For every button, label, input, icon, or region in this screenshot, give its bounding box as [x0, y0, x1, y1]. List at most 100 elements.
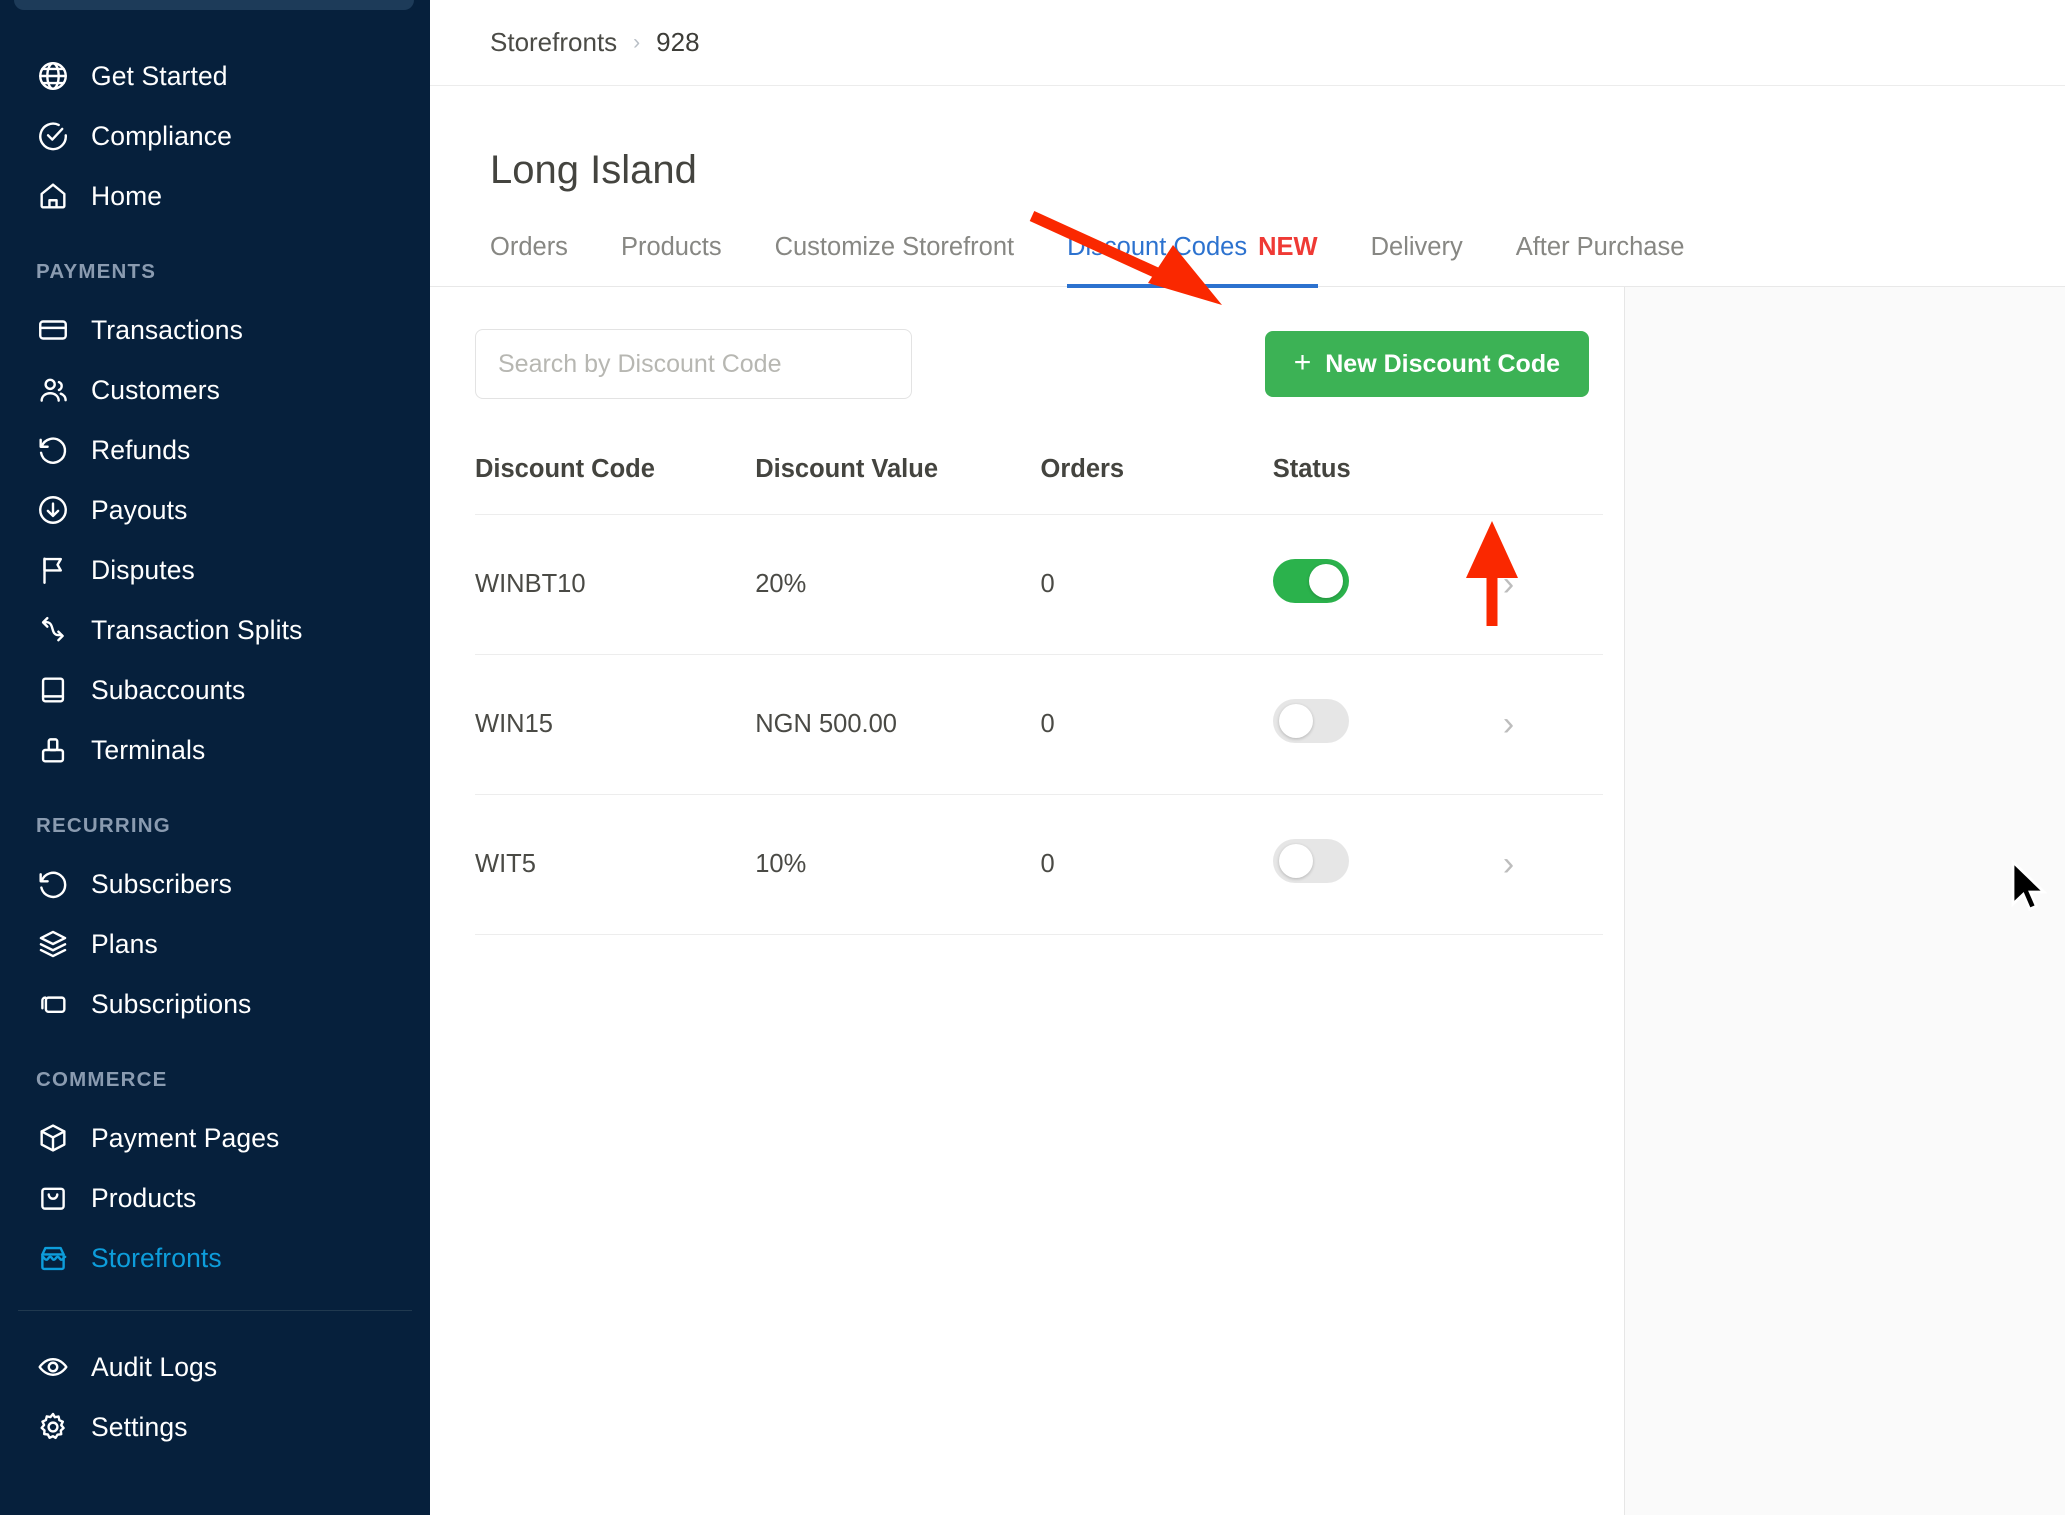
storefront-icon: [36, 1241, 70, 1275]
cell-discount-code: WINBT10: [475, 514, 756, 655]
table-row[interactable]: WINBT10 20% 0 ›: [475, 514, 1603, 655]
app-root: Get Started Compliance Home PAYMENTS Transac…: [0, 0, 2065, 1515]
table-row[interactable]: WIN15 NGN 500.00 0 ›: [475, 654, 1603, 795]
tab-discount-codes[interactable]: Discount Codes NEW: [1067, 233, 1318, 288]
table-header-discount-code: Discount Code: [475, 437, 756, 515]
status-toggle[interactable]: [1272, 559, 1349, 603]
sidebar-item-customers[interactable]: Customers: [0, 360, 430, 420]
tab-label: After Purchase: [1515, 233, 1685, 261]
content-split: + New Discount Code Discount CodeDiscoun…: [430, 287, 2065, 1515]
sidebar-item-label: Get Started: [91, 60, 228, 91]
table-row[interactable]: WIT5 10% 0 ›: [475, 794, 1603, 935]
new-discount-code-label: New Discount Code: [1325, 349, 1560, 378]
cell-chevron: ›: [1502, 654, 1603, 795]
sidebar-item-home[interactable]: Home: [0, 166, 430, 226]
tab-delivery[interactable]: Delivery: [1371, 233, 1463, 286]
sidebar-section-recurring: RECURRING: [36, 814, 171, 837]
sidebar-item-label: Products: [91, 1182, 197, 1213]
card-icon: [36, 313, 70, 347]
sidebar-item-transactions[interactable]: Transactions: [0, 300, 430, 360]
tab-customize-storefront[interactable]: Customize Storefront: [775, 233, 1015, 286]
split-icon: [36, 613, 70, 647]
sidebar-item-label: Subaccounts: [91, 674, 246, 705]
sidebar-item-label: Disputes: [91, 554, 195, 585]
chevron-right-icon[interactable]: ›: [1503, 567, 1514, 601]
sidebar-item-subscribers[interactable]: Subscribers: [0, 854, 430, 914]
check-circle-icon: [36, 119, 70, 153]
table-header-orders: Orders: [1040, 437, 1273, 515]
breadcrumb-root[interactable]: Storefronts: [490, 27, 617, 58]
sidebar-item-products[interactable]: Products: [0, 1168, 430, 1228]
tab-label: Products: [620, 233, 722, 261]
cell-status: [1272, 654, 1503, 795]
table-header-discount-value: Discount Value: [755, 437, 1041, 515]
status-toggle[interactable]: [1272, 699, 1349, 743]
sidebar-item-terminals[interactable]: Terminals: [0, 720, 430, 780]
sidebar-item-label: Plans: [91, 928, 158, 959]
status-toggle[interactable]: [1272, 839, 1349, 883]
right-empty-panel: [1625, 287, 2065, 1515]
sidebar-item-plans[interactable]: Plans: [0, 914, 430, 974]
toolbar: + New Discount Code: [430, 287, 1624, 399]
tab-new-badge: NEW: [1258, 233, 1318, 261]
sidebar-item-payment-pages[interactable]: Payment Pages: [0, 1108, 430, 1168]
sidebar-item-subscriptions[interactable]: Subscriptions: [0, 974, 430, 1034]
sidebar-item-transaction-splits[interactable]: Transaction Splits: [0, 600, 430, 660]
sidebar-item-label: Subscribers: [91, 868, 233, 899]
sidebar-item-refunds[interactable]: Refunds: [0, 420, 430, 480]
discount-codes-table: Discount Code Discount Value Orders Status …: [475, 437, 1603, 935]
breadcrumb-separator-icon: ›: [633, 30, 641, 54]
tab-label: Delivery: [1370, 233, 1463, 261]
terminal-icon: [36, 733, 70, 767]
chevron-right-icon[interactable]: ›: [1503, 707, 1514, 741]
tab-label: Customize Storefront: [774, 233, 1015, 261]
cell-discount-value: NGN 500.00: [755, 654, 1041, 795]
sidebar-item-disputes[interactable]: Disputes: [0, 540, 430, 600]
cell-orders: 0: [1040, 654, 1273, 795]
sidebar-nav-list: Get Started Compliance Home PAYMENTS Transac…: [0, 0, 430, 1457]
sidebar-item-subaccounts[interactable]: Subaccounts: [0, 660, 430, 720]
breadcrumb-current: 928: [656, 27, 700, 57]
sidebar-item-compliance[interactable]: Compliance: [0, 106, 430, 166]
search-input[interactable]: [475, 329, 912, 399]
sidebar-item-label: Settings: [91, 1411, 188, 1442]
sidebar-item-label: Customers: [91, 374, 221, 405]
sidebar-item-storefronts[interactable]: Storefronts: [0, 1228, 430, 1288]
tab-orders[interactable]: Orders: [490, 233, 568, 286]
sidebar-item-label: Payment Pages: [91, 1122, 280, 1153]
cell-discount-code: WIT5: [475, 794, 756, 935]
sidebar-item-label: Transaction Splits: [91, 614, 303, 645]
page-title: Long Island: [490, 148, 697, 192]
sidebar-item-get-started[interactable]: Get Started: [0, 46, 430, 106]
sidebar-section-payments: PAYMENTS: [36, 260, 157, 283]
tab-bar: Orders Products Customize Storefront Discou…: [430, 233, 2065, 288]
refund-icon: [36, 433, 70, 467]
sidebar-item-label: Refunds: [91, 434, 191, 465]
payout-icon: [36, 493, 70, 527]
sidebar-item-payouts[interactable]: Payouts: [0, 480, 430, 540]
tab-products[interactable]: Products: [621, 233, 722, 286]
sidebar-item-label: Compliance: [91, 120, 232, 151]
new-discount-code-button[interactable]: + New Discount Code: [1264, 331, 1589, 397]
gear-icon: [36, 1410, 70, 1444]
cell-orders: 0: [1040, 514, 1273, 655]
sidebar-item-audit-logs[interactable]: Audit Logs: [0, 1337, 430, 1397]
tab-after-purchase[interactable]: After Purchase: [1516, 233, 1685, 286]
box-icon: [36, 1121, 70, 1155]
main-content: Storefronts › 928 Long Island Orders Prod…: [430, 0, 2065, 1515]
table-body: WINBT10 20% 0 › WIN15 NGN 500.00 0 › WIT5 10% 0 ›: [475, 514, 1603, 935]
chevron-right-icon[interactable]: ›: [1503, 847, 1514, 881]
sidebar-item-label: Transactions: [91, 314, 243, 345]
sidebar-item-label: Storefronts: [91, 1242, 222, 1273]
tab-label: Orders: [490, 233, 568, 261]
sidebar-item-settings[interactable]: Settings: [0, 1397, 430, 1457]
cell-discount-value: 20%: [755, 514, 1041, 655]
sidebar-item-label: Terminals: [91, 734, 206, 765]
sidebar-item-label: Audit Logs: [91, 1351, 218, 1382]
toggle-knob: [1278, 844, 1313, 878]
toggle-knob: [1308, 564, 1343, 598]
sidebar-section-commerce: COMMERCE: [36, 1068, 168, 1091]
sidebar: Get Started Compliance Home PAYMENTS Transac…: [0, 0, 430, 1515]
subscriptions-icon: [36, 987, 70, 1021]
cell-chevron: ›: [1502, 794, 1603, 935]
